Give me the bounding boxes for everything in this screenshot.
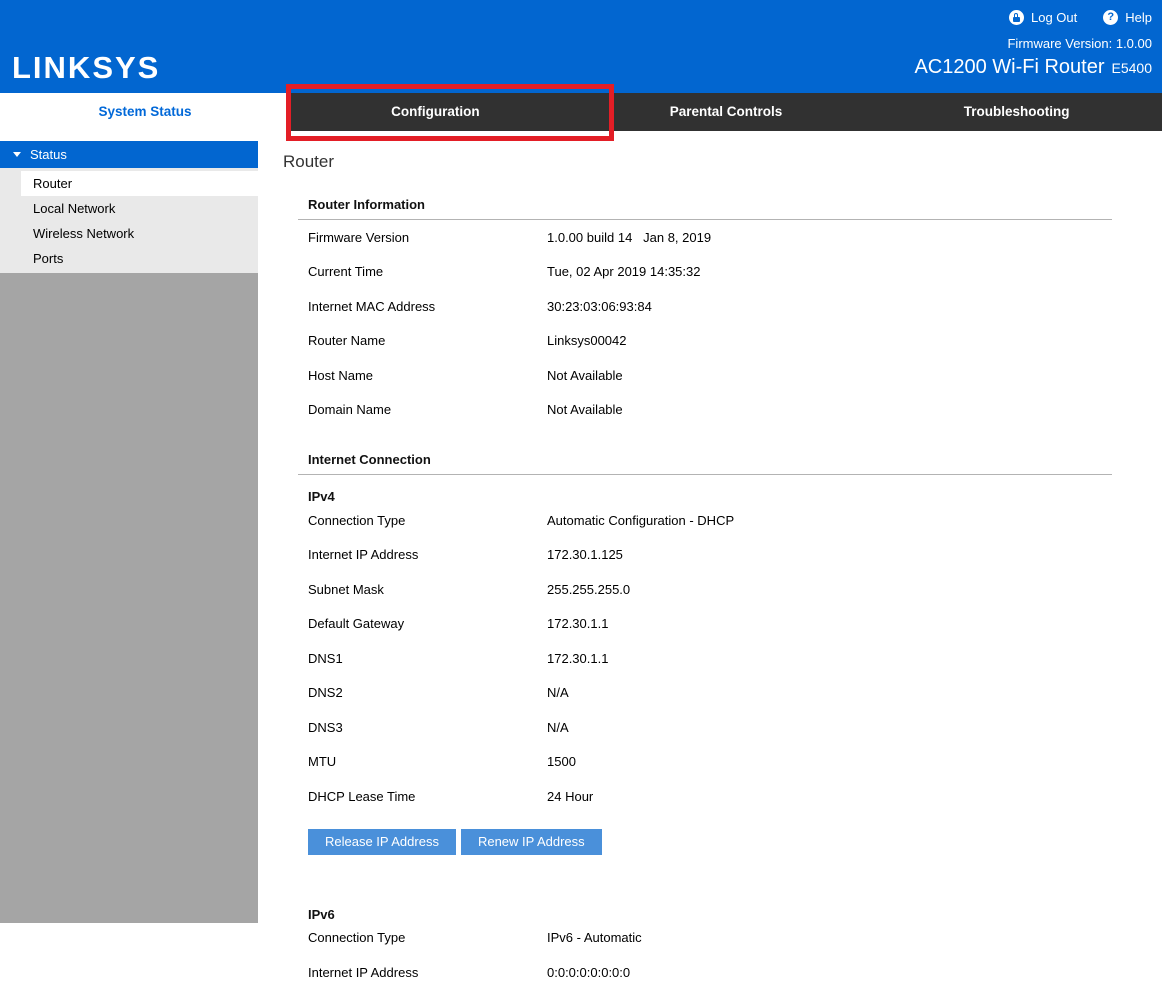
info-row-ipv4-internet-ip: Internet IP Address 172.30.1.125 (298, 538, 1112, 573)
row-value: 1.0.00 build 14 Jan 8, 2019 (547, 230, 711, 245)
row-value: 172.30.1.1 (547, 651, 608, 666)
info-row-ipv6-connection-type: Connection Type IPv6 - Automatic (298, 921, 1112, 956)
info-row-subnet-mask: Subnet Mask 255.255.255.0 (298, 572, 1112, 607)
sidebar-item-ports[interactable]: Ports (0, 246, 258, 271)
row-value: 255.255.255.0 (547, 582, 630, 597)
row-value: 172.30.1.1 (547, 616, 608, 631)
info-row-ipv6-internet-ip: Internet IP Address 0:0:0:0:0:0:0:0 (298, 955, 1112, 990)
row-value: 24 Hour (547, 789, 593, 804)
info-row-default-gateway: Default Gateway 172.30.1.1 (298, 607, 1112, 642)
firmware-version-text: Firmware Version: 1.0.00 (1007, 36, 1152, 51)
sidebar-item-wireless-network[interactable]: Wireless Network (0, 221, 258, 246)
release-ip-button[interactable]: Release IP Address (308, 829, 456, 855)
info-row-dns2: DNS2 N/A (298, 676, 1112, 711)
sidebar-group-label: Status (30, 147, 67, 162)
info-row-domain-name: Domain Name Not Available (298, 393, 1112, 428)
subheader-ipv6: IPv6 (298, 855, 1112, 921)
logout-button[interactable]: Log Out (1009, 10, 1077, 25)
row-label: Firmware Version (308, 230, 547, 245)
row-value: 30:23:03:06:93:84 (547, 299, 652, 314)
tab-troubleshooting[interactable]: Troubleshooting (871, 93, 1162, 131)
sidebar-item-router[interactable]: Router (21, 171, 258, 196)
info-row-mtu: MTU 1500 (298, 745, 1112, 780)
row-label: Current Time (308, 264, 547, 279)
sidebar-filler-panel (0, 273, 258, 923)
help-button[interactable]: ? Help (1103, 10, 1152, 25)
main-content: Router Router Information Firmware Versi… (258, 131, 1162, 990)
row-value: N/A (547, 720, 569, 735)
section-header-internet-connection: Internet Connection (298, 444, 1112, 475)
row-label: DNS2 (308, 685, 547, 700)
row-value: Not Available (547, 368, 623, 383)
page-title: Router (283, 152, 1162, 172)
row-value: 0:0:0:0:0:0:0:0 (547, 965, 630, 980)
row-value: 172.30.1.125 (547, 547, 623, 562)
sidebar-menu: Router Local Network Wireless Network Po… (0, 168, 258, 273)
product-title: AC1200 Wi-Fi Router E5400 (914, 56, 1152, 79)
product-model: E5400 (1112, 60, 1152, 76)
row-label: Connection Type (308, 513, 547, 528)
row-label: Router Name (308, 333, 547, 348)
header-links: Log Out ? Help (1009, 10, 1152, 25)
main-nav: System Status Configuration Parental Con… (0, 93, 1162, 131)
info-row-internet-mac-address: Internet MAC Address 30:23:03:06:93:84 (298, 289, 1112, 324)
row-label: Host Name (308, 368, 547, 383)
row-label: DHCP Lease Time (308, 789, 547, 804)
row-value: Automatic Configuration - DHCP (547, 513, 734, 528)
tab-system-status[interactable]: System Status (0, 93, 290, 131)
subheader-ipv4: IPv4 (298, 475, 1112, 503)
row-label: Subnet Mask (308, 582, 547, 597)
row-value: Not Available (547, 402, 623, 417)
info-row-router-name: Router Name Linksys00042 (298, 324, 1112, 359)
row-value: Tue, 02 Apr 2019 14:35:32 (547, 264, 700, 279)
tab-configuration[interactable]: Configuration (290, 93, 581, 131)
product-name: AC1200 Wi-Fi Router (914, 56, 1104, 78)
row-label: DNS1 (308, 651, 547, 666)
sidebar-group-status[interactable]: Status (0, 141, 258, 168)
row-label: Internet IP Address (308, 547, 547, 562)
row-label: Domain Name (308, 402, 547, 417)
info-row-host-name: Host Name Not Available (298, 358, 1112, 393)
row-value: IPv6 - Automatic (547, 930, 642, 945)
section-internet-connection: Internet Connection IPv4 Connection Type… (298, 444, 1112, 990)
info-row-dns3: DNS3 N/A (298, 710, 1112, 745)
lock-icon (1009, 10, 1024, 25)
question-icon: ? (1103, 10, 1118, 25)
help-label: Help (1125, 10, 1152, 25)
row-value: N/A (547, 685, 569, 700)
renew-ip-button[interactable]: Renew IP Address (461, 829, 602, 855)
row-value: 1500 (547, 754, 576, 769)
row-label: DNS3 (308, 720, 547, 735)
tab-parental-controls[interactable]: Parental Controls (581, 93, 872, 131)
row-label: Default Gateway (308, 616, 547, 631)
row-label: MTU (308, 754, 547, 769)
linksys-logo: LINKSYS (12, 50, 160, 86)
row-label: Internet MAC Address (308, 299, 547, 314)
section-header-router-information: Router Information (298, 189, 1112, 220)
app-header: LINKSYS Log Out ? Help Firmware Version:… (0, 0, 1162, 93)
info-row-dhcp-lease-time: DHCP Lease Time 24 Hour (298, 779, 1112, 814)
row-value: Linksys00042 (547, 333, 627, 348)
section-router-information: Router Information Firmware Version 1.0.… (298, 189, 1112, 427)
info-row-dns1: DNS1 172.30.1.1 (298, 641, 1112, 676)
row-label: Connection Type (308, 930, 547, 945)
ipv4-actions: Release IP Address Renew IP Address (298, 829, 1112, 855)
logout-label: Log Out (1031, 10, 1077, 25)
sidebar: Status Router Local Network Wireless Net… (0, 141, 258, 923)
caret-down-icon (13, 152, 21, 157)
info-row-firmware-version: Firmware Version 1.0.00 build 14 Jan 8, … (298, 220, 1112, 255)
sidebar-item-local-network[interactable]: Local Network (0, 196, 258, 221)
info-row-ipv4-connection-type: Connection Type Automatic Configuration … (298, 503, 1112, 538)
info-row-current-time: Current Time Tue, 02 Apr 2019 14:35:32 (298, 255, 1112, 290)
row-label: Internet IP Address (308, 965, 547, 980)
